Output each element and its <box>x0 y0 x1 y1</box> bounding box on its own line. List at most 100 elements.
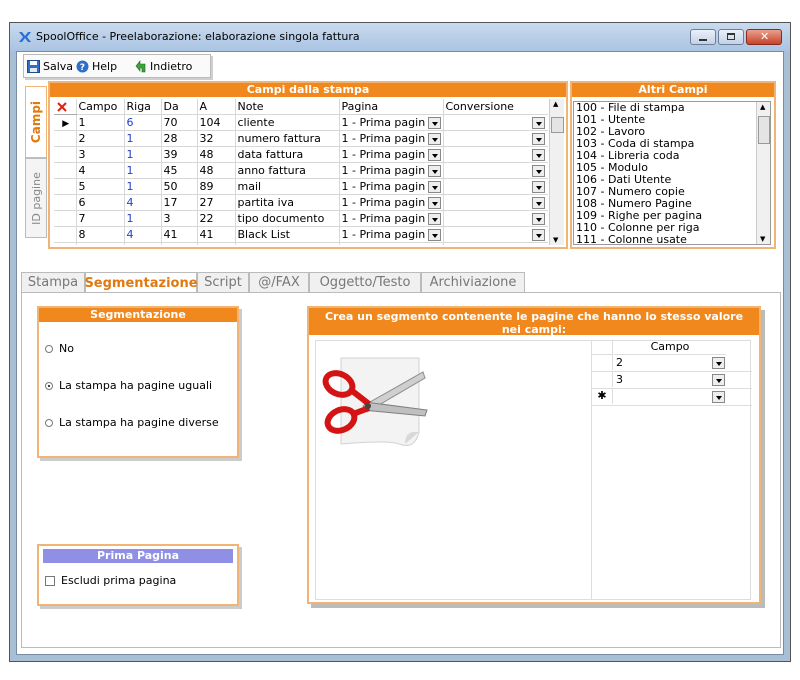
cell-note[interactable]: cliente <box>235 114 340 131</box>
row-selector[interactable]: ▶ <box>54 114 77 131</box>
row-selector[interactable] <box>54 178 77 195</box>
campi-scroll-thumb[interactable] <box>551 117 564 133</box>
dropdown-arrow-icon[interactable] <box>712 374 725 386</box>
cell-da[interactable]: 70 <box>161 114 198 131</box>
dropdown-arrow-icon[interactable] <box>531 213 545 225</box>
campi-row[interactable]: 3 1 39 48 data fattura 1 - Prima pagin <box>54 146 548 163</box>
cell-a[interactable]: 104 <box>197 114 236 131</box>
row-selector[interactable] <box>54 130 77 147</box>
back-button[interactable]: Indietro <box>134 57 192 75</box>
cell-riga[interactable]: 1 <box>124 178 162 195</box>
dropdown-arrow-icon[interactable] <box>427 116 441 129</box>
cell-da[interactable]: 39 <box>161 146 198 163</box>
tab-oggetto-testo[interactable]: Oggetto/Testo <box>309 272 421 292</box>
cell-a[interactable]: 48 <box>197 146 236 163</box>
cell-conversione[interactable] <box>443 162 548 179</box>
dropdown-arrow-icon[interactable] <box>427 180 441 193</box>
cell-da[interactable]: 28 <box>161 130 198 147</box>
scroll-up-icon[interactable]: ▲ <box>760 103 765 111</box>
dropdown-arrow-icon[interactable] <box>712 391 725 403</box>
scroll-down-icon[interactable]: ▼ <box>760 235 765 243</box>
row-selector[interactable] <box>54 210 77 227</box>
radio-no[interactable]: No <box>45 342 74 355</box>
tab-campi[interactable]: Campi <box>25 86 47 158</box>
cell-note[interactable]: data fattura <box>235 146 340 163</box>
campi-row[interactable]: 4 1 45 48 anno fattura 1 - Prima pagin <box>54 162 548 179</box>
cell-conversione[interactable] <box>443 130 548 147</box>
cell-conversione[interactable] <box>443 114 548 131</box>
cell-pagina[interactable]: 1 - Prima pagin <box>339 130 444 147</box>
cell-riga[interactable]: 1 <box>124 210 162 227</box>
cell-campo[interactable]: 2 <box>76 130 125 147</box>
cell-riga[interactable]: 1 <box>124 162 162 179</box>
escludi-prima-pagina-checkbox[interactable] <box>45 575 55 586</box>
cell-pagina[interactable]: 1 - Prima pagin <box>339 178 444 195</box>
cell-campo[interactable]: 4 <box>76 162 125 179</box>
dropdown-arrow-icon[interactable] <box>531 197 545 209</box>
cell-da[interactable]: 3 <box>161 210 198 227</box>
cell-pagina[interactable]: 1 - Prima pagin <box>339 114 444 131</box>
cell-campo[interactable]: 1 <box>76 114 125 131</box>
cell-a[interactable]: 41 <box>197 226 236 243</box>
tab-archiviazione[interactable]: Archiviazione <box>421 272 525 292</box>
cell-a[interactable]: 89 <box>197 178 236 195</box>
cell-campo[interactable]: 8 <box>76 226 125 243</box>
cell-a[interactable]: 22 <box>197 210 236 227</box>
cell-riga[interactable]: 6 <box>124 114 162 131</box>
altri-campi-scrollbar[interactable]: ▲ ▼ <box>756 102 770 244</box>
altri-campi-listbox[interactable]: 100 - File di stampa 101 - Utente 102 - La… <box>573 101 771 246</box>
radio-pagine-diverse[interactable]: La stampa ha pagine diverse <box>45 416 219 429</box>
row-selector[interactable] <box>54 194 77 211</box>
row-selector[interactable] <box>54 226 77 243</box>
row-selector[interactable] <box>54 162 77 179</box>
tab-id-pagine[interactable]: ID pagine <box>25 158 47 238</box>
escludi-prima-pagina[interactable]: Escludi prima pagina <box>45 574 176 587</box>
campo-row-selector[interactable] <box>592 355 613 370</box>
tab-script[interactable]: Script <box>197 272 249 292</box>
cell-pagina[interactable]: 1 - Prima pagin <box>339 194 444 211</box>
cell-conversione[interactable] <box>443 146 548 163</box>
cell-da[interactable]: 17 <box>161 194 198 211</box>
cell-a[interactable]: 27 <box>197 194 236 211</box>
cell-campo[interactable]: 6 <box>76 194 125 211</box>
cell-campo[interactable]: 7 <box>76 210 125 227</box>
radio-no-button[interactable] <box>45 344 53 353</box>
cell-conversione[interactable] <box>443 178 548 195</box>
campi-row[interactable]: 2 1 28 32 numero fattura 1 - Prima pagin <box>54 130 548 147</box>
dropdown-arrow-icon[interactable] <box>531 117 545 129</box>
dropdown-arrow-icon[interactable] <box>427 228 441 241</box>
minimize-button[interactable] <box>690 29 716 45</box>
help-button[interactable]: ? Help <box>76 57 117 75</box>
cell-riga[interactable]: 4 <box>124 226 162 243</box>
cell-conversione[interactable] <box>443 194 548 211</box>
radio-pagine-uguali[interactable]: La stampa ha pagine uguali <box>45 379 212 392</box>
cell-pagina[interactable]: 1 - Prima pagin <box>339 162 444 179</box>
cell-campo[interactable]: 5 <box>76 178 125 195</box>
cell-note[interactable]: Black List <box>235 226 340 243</box>
campi-row[interactable]: 5 1 50 89 mail 1 - Prima pagin <box>54 178 548 195</box>
save-button[interactable]: Salva <box>27 57 73 75</box>
dropdown-arrow-icon[interactable] <box>531 165 545 177</box>
campi-row[interactable]: 7 1 3 22 tipo documento 1 - Prima pagin <box>54 210 548 227</box>
tab-fax[interactable]: @/FAX <box>249 272 309 292</box>
altri-campi-item[interactable]: 111 - Colonne usate <box>576 234 702 246</box>
cell-note[interactable]: numero fattura <box>235 130 340 147</box>
radio-pagine-diverse-button[interactable] <box>45 418 53 427</box>
cell-note[interactable]: tipo documento <box>235 210 340 227</box>
cell-a[interactable]: 32 <box>197 130 236 147</box>
cell-conversione[interactable] <box>443 210 548 227</box>
tab-segmentazione[interactable]: Segmentazione <box>84 272 198 293</box>
campi-scrollbar[interactable]: ▲ ▼ <box>549 99 564 245</box>
dropdown-arrow-icon[interactable] <box>427 164 441 177</box>
dropdown-arrow-icon[interactable] <box>531 229 545 241</box>
scroll-up-icon[interactable]: ▲ <box>553 100 558 108</box>
cell-pagina[interactable]: 1 - Prima pagin <box>339 226 444 243</box>
campo-row[interactable]: 2 <box>592 355 752 372</box>
cell-note[interactable]: mail <box>235 178 340 195</box>
cell-da[interactable]: 45 <box>161 162 198 179</box>
cell-note[interactable]: partita iva <box>235 194 340 211</box>
campi-row[interactable]: 6 4 17 27 partita iva 1 - Prima pagin <box>54 194 548 211</box>
dropdown-arrow-icon[interactable] <box>427 132 441 145</box>
cell-conversione[interactable] <box>443 226 548 243</box>
tab-stampa[interactable]: Stampa <box>21 272 85 292</box>
